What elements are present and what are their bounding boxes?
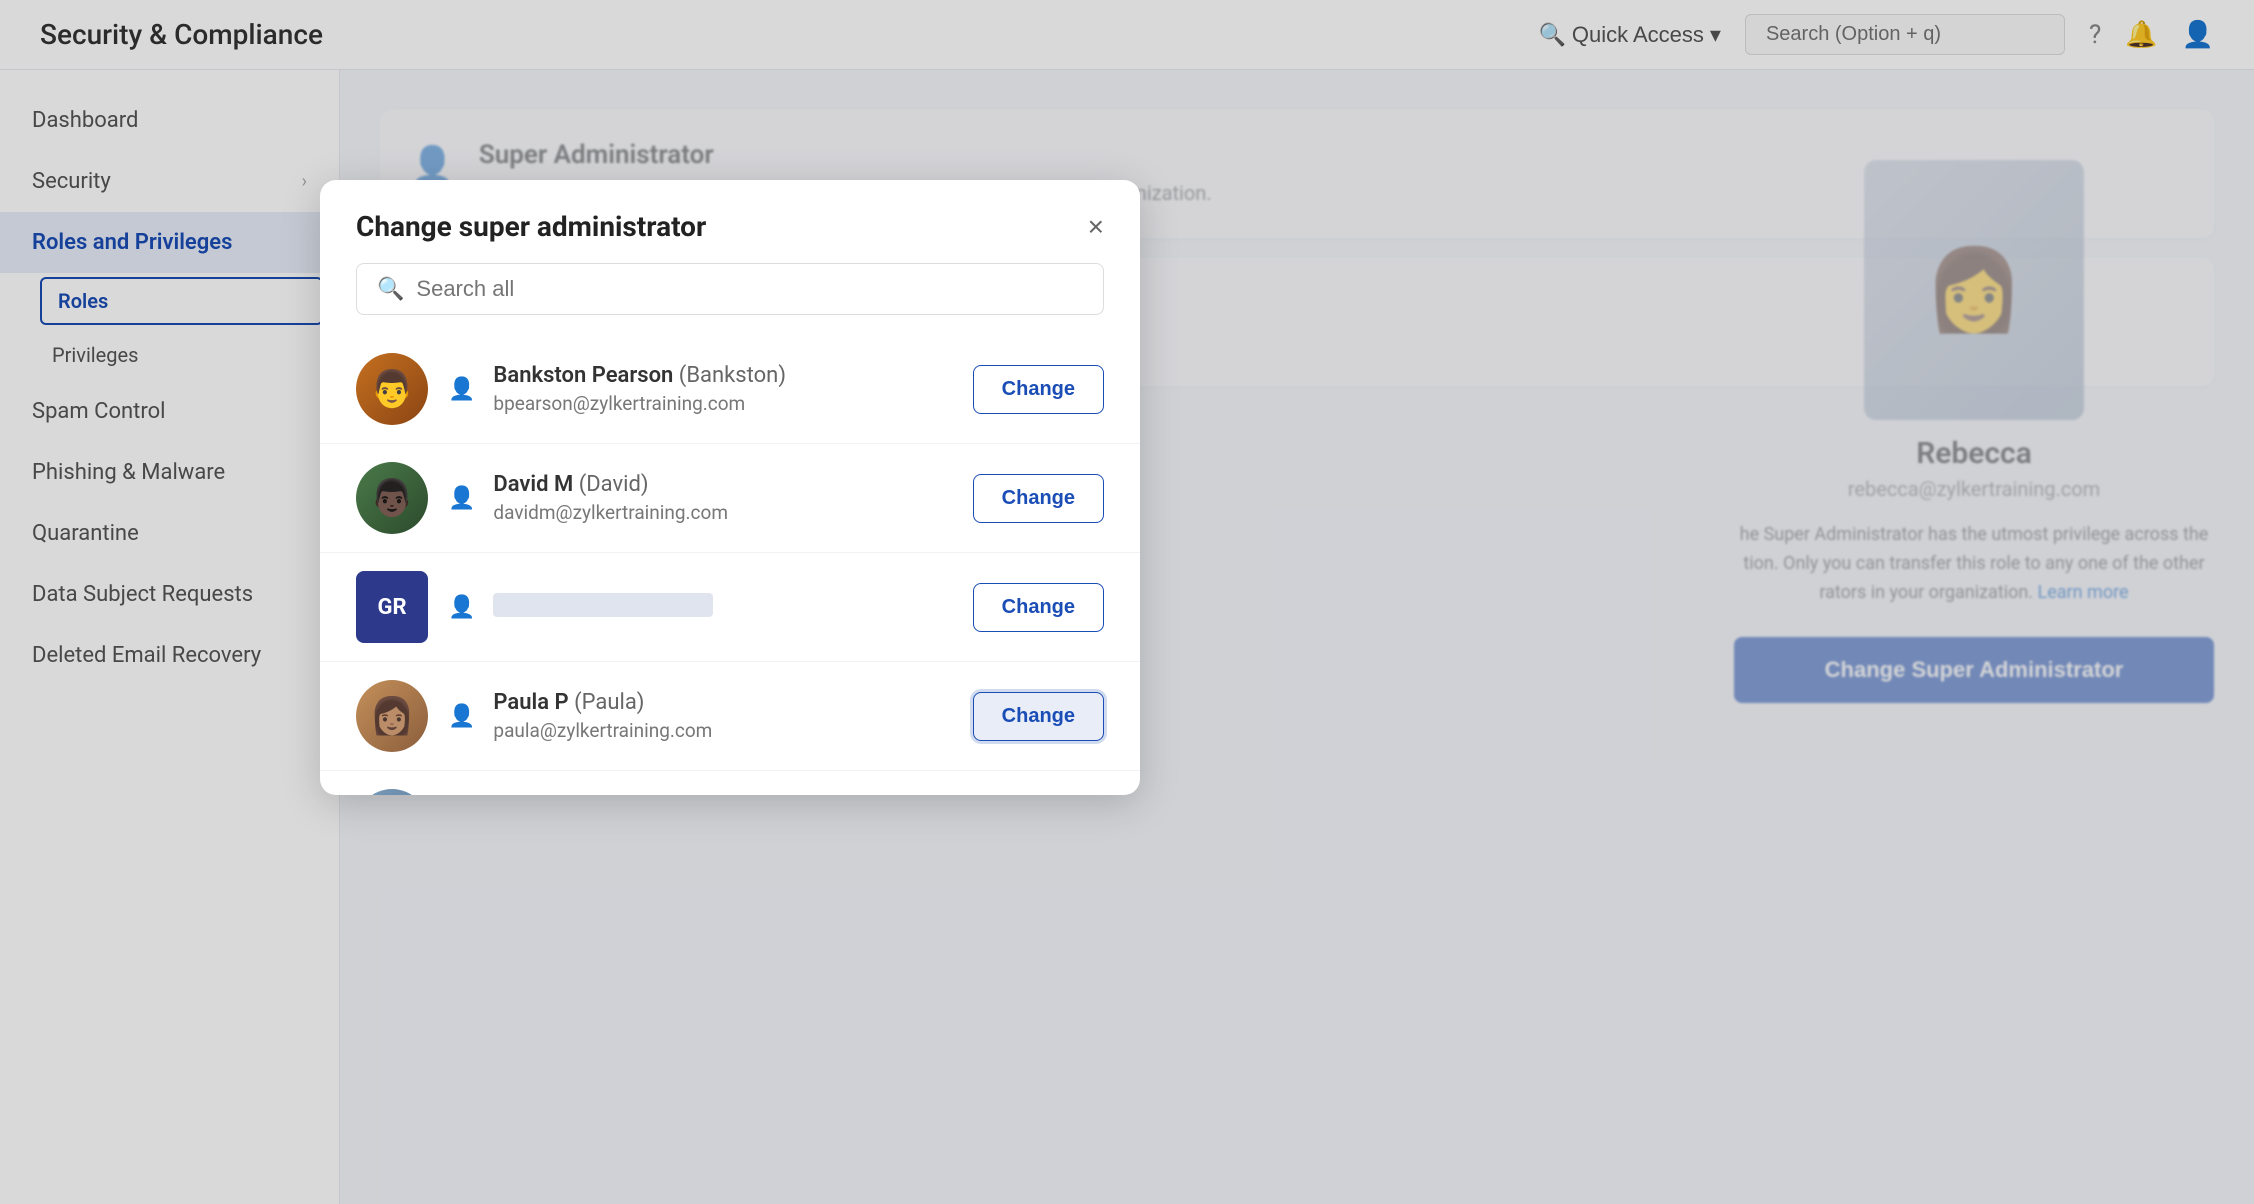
change-gr-button[interactable]: Change bbox=[973, 583, 1104, 632]
user-role-icon: 👤 bbox=[448, 377, 475, 402]
user-list-item: 👩🏽 👤 Paula P (Paula) paula@zylkertrainin… bbox=[320, 662, 1140, 771]
user-gr-avatar: GR bbox=[356, 571, 428, 643]
user-list-item: 👨🏿 👤 David M (David) davidm@zylkertraini… bbox=[320, 444, 1140, 553]
user-role-icon: 👤 bbox=[448, 595, 475, 620]
user-list-item: 🧑 👤 Change bbox=[320, 771, 1140, 795]
user-paula-info: Paula P (Paula) paula@zylkertraining.com bbox=[493, 690, 952, 742]
user-gr-row-info: 👤 bbox=[448, 593, 953, 621]
user-bankston-row-info: 👤 Bankston Pearson (Bankston) bpearson@z… bbox=[448, 363, 953, 415]
user-david-row-info: 👤 David M (David) davidm@zylkertraining.… bbox=[448, 472, 953, 524]
change-paula-button[interactable]: Change bbox=[973, 692, 1104, 741]
user-david-name: David M (David) bbox=[493, 472, 952, 497]
modal-title: Change super administrator bbox=[356, 210, 706, 243]
modal-header: Change super administrator × bbox=[320, 180, 1140, 263]
user-paula-name: Paula P (Paula) bbox=[493, 690, 952, 715]
user-bankston-email: bpearson@zylkertraining.com bbox=[493, 392, 952, 415]
modal-close-button[interactable]: × bbox=[1088, 213, 1104, 241]
modal-user-list: 👨 👤 Bankston Pearson (Bankston) bpearson… bbox=[320, 335, 1140, 795]
user-list-item: GR 👤 Change bbox=[320, 553, 1140, 662]
user5-avatar: 🧑 bbox=[356, 789, 428, 795]
user-paula-row-info: 👤 Paula P (Paula) paula@zylkertraining.c… bbox=[448, 690, 953, 742]
user-gr-name-blurred bbox=[493, 593, 713, 617]
user-david-avatar: 👨🏿 bbox=[356, 462, 428, 534]
user-bankston-info: Bankston Pearson (Bankston) bpearson@zyl… bbox=[493, 363, 952, 415]
user-bankston-name: Bankston Pearson (Bankston) bbox=[493, 363, 952, 388]
user-gr-info bbox=[493, 593, 952, 621]
change-david-button[interactable]: Change bbox=[973, 474, 1104, 523]
modal-search-container: 🔍 bbox=[356, 263, 1104, 315]
user-david-info: David M (David) davidm@zylkertraining.co… bbox=[493, 472, 952, 524]
change-bankston-button[interactable]: Change bbox=[973, 365, 1104, 414]
change-admin-modal: Change super administrator × 🔍 👨 👤 Banks… bbox=[320, 180, 1140, 795]
user-david-email: davidm@zylkertraining.com bbox=[493, 501, 952, 524]
user-role-icon: 👤 bbox=[448, 704, 475, 729]
user-list-item: 👨 👤 Bankston Pearson (Bankston) bpearson… bbox=[320, 335, 1140, 444]
modal-search-input[interactable] bbox=[416, 276, 1083, 302]
user-role-icon: 👤 bbox=[448, 486, 475, 511]
user-bankston-avatar: 👨 bbox=[356, 353, 428, 425]
user-paula-email: paula@zylkertraining.com bbox=[493, 719, 952, 742]
modal-search-icon: 🔍 bbox=[377, 277, 404, 302]
user-paula-avatar: 👩🏽 bbox=[356, 680, 428, 752]
